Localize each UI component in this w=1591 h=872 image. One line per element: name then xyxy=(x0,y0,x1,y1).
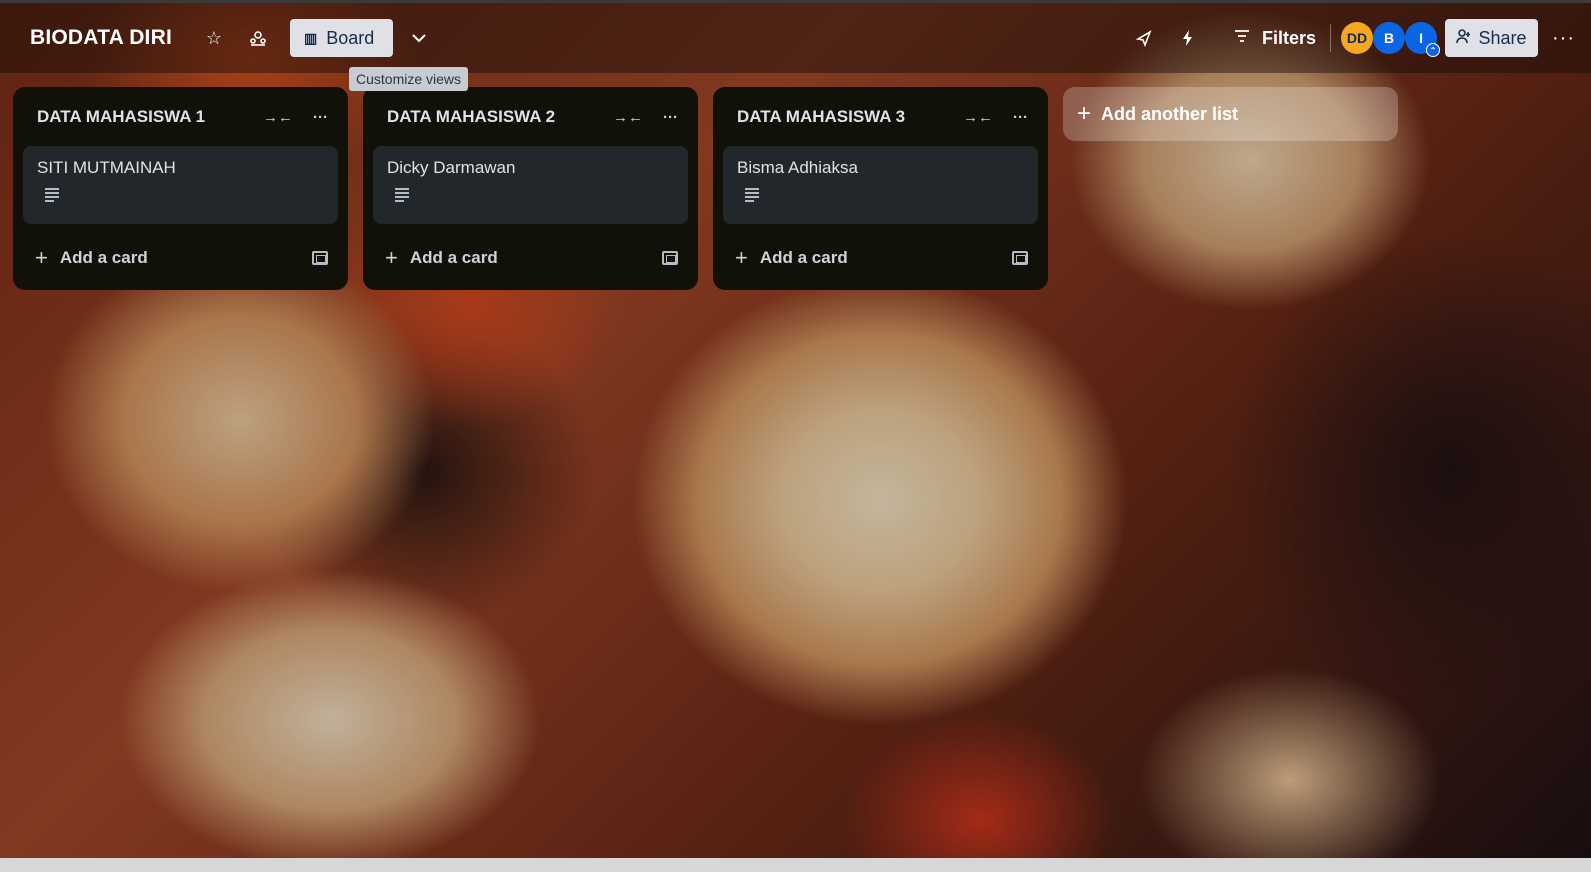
card[interactable]: SITI MUTMAINAH xyxy=(23,146,338,224)
header-divider xyxy=(1330,24,1332,52)
card-title: Bisma Adhiaksa xyxy=(737,158,858,177)
add-card-label: Add a card xyxy=(59,248,148,267)
list: DATA MAHASISWA 1 →← ··· SITI MUTMAINAH +… xyxy=(13,87,348,290)
avatar[interactable]: I ⌃ xyxy=(1405,22,1441,57)
plus-icon: + xyxy=(735,245,748,270)
collapse-list-icon[interactable]: →← xyxy=(613,109,643,126)
avatar[interactable]: B xyxy=(1373,22,1406,54)
list-title[interactable]: DATA MAHASISWA 1 xyxy=(37,107,243,127)
collapse-list-icon[interactable]: →← xyxy=(963,109,993,126)
avatar-initials: I xyxy=(1419,30,1423,46)
card-template-icon[interactable] xyxy=(1012,251,1028,265)
card-template-icon[interactable] xyxy=(312,251,328,265)
add-card-label: Add a card xyxy=(759,248,848,267)
collapse-list-icon[interactable]: →← xyxy=(263,109,293,126)
list-footer: + Add a card xyxy=(723,236,1038,280)
workspace-visibility-icon[interactable] xyxy=(242,22,274,54)
card[interactable]: Dicky Darmawan xyxy=(373,146,688,224)
add-card-button[interactable]: + Add a card xyxy=(35,247,312,269)
add-member-icon xyxy=(1456,28,1472,49)
add-card-button[interactable]: + Add a card xyxy=(735,247,1012,269)
share-button[interactable]: Share xyxy=(1445,19,1539,57)
board-view-button[interactable]: ▥ Board xyxy=(290,19,393,57)
list-footer: + Add a card xyxy=(373,236,688,280)
list-header[interactable]: DATA MAHASISWA 2 →← ··· xyxy=(373,97,688,137)
card-template-icon[interactable] xyxy=(662,251,678,265)
card[interactable]: Bisma Adhiaksa xyxy=(723,146,1038,224)
automation-icon[interactable] xyxy=(1172,22,1204,54)
add-card-button[interactable]: + Add a card xyxy=(385,247,662,269)
list-actions-icon[interactable]: ··· xyxy=(1013,109,1028,126)
list-title[interactable]: DATA MAHASISWA 3 xyxy=(737,107,943,127)
list-title[interactable]: DATA MAHASISWA 2 xyxy=(387,107,593,127)
board-header: BIODATA DIRI ☆ ▥ Board Filters DD B I ⌃ … xyxy=(0,3,1591,73)
list-header[interactable]: DATA MAHASISWA 3 →← ··· xyxy=(723,97,1038,137)
plus-icon: + xyxy=(35,245,48,270)
description-icon xyxy=(395,188,409,202)
power-ups-icon[interactable] xyxy=(1128,22,1160,54)
member-avatars: DD B I ⌃ xyxy=(1341,22,1441,57)
star-icon[interactable]: ☆ xyxy=(198,22,230,54)
window-top-border xyxy=(0,0,1591,3)
card-title: Dicky Darmawan xyxy=(387,158,516,177)
add-card-label: Add a card xyxy=(409,248,498,267)
avatar[interactable]: DD xyxy=(1341,22,1374,54)
admin-badge-icon: ⌃ xyxy=(1426,43,1441,57)
share-label: Share xyxy=(1478,27,1527,48)
list: DATA MAHASISWA 2 →← ··· Dicky Darmawan +… xyxy=(363,87,698,290)
window-bottom-border xyxy=(0,858,1591,872)
list-header[interactable]: DATA MAHASISWA 1 →← ··· xyxy=(23,97,338,137)
list-footer: + Add a card xyxy=(23,236,338,280)
chevron-down-icon[interactable] xyxy=(403,22,435,54)
description-icon xyxy=(745,188,759,202)
filters-button[interactable]: Filters xyxy=(1234,28,1316,49)
description-icon xyxy=(45,188,59,202)
board-icon: ▥ xyxy=(304,29,317,46)
tooltip: Customize views xyxy=(349,67,469,91)
board-title[interactable]: BIODATA DIRI xyxy=(30,26,172,50)
more-menu-icon[interactable]: ··· xyxy=(1552,27,1575,50)
list: DATA MAHASISWA 3 →← ··· Bisma Adhiaksa +… xyxy=(713,87,1048,290)
filters-label: Filters xyxy=(1261,27,1317,48)
list-actions-icon[interactable]: ··· xyxy=(663,109,678,126)
board-view-label: Board xyxy=(326,27,375,48)
plus-icon: + xyxy=(385,245,398,270)
add-list-label: Add another list xyxy=(1101,103,1239,124)
add-list-button[interactable]: + Add another list xyxy=(1063,87,1398,141)
filter-icon xyxy=(1234,29,1250,48)
board-lists: DATA MAHASISWA 1 →← ··· SITI MUTMAINAH +… xyxy=(13,87,1048,290)
plus-icon: + xyxy=(1077,100,1092,127)
list-actions-icon[interactable]: ··· xyxy=(313,109,328,126)
card-title: SITI MUTMAINAH xyxy=(37,158,176,177)
